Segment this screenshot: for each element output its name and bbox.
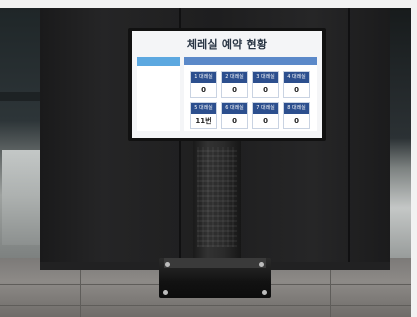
room-label: 3 대레실 — [253, 72, 278, 83]
screen-title: 체레실 예약 현황 — [186, 38, 268, 51]
room-card-4: 4 대레실 0 — [283, 71, 310, 98]
room-count: 0 — [232, 117, 237, 125]
base-bolt — [259, 262, 264, 267]
floor-tile-line — [80, 262, 81, 317]
photo-border-top — [0, 0, 417, 8]
monitor-screen: 체레실 예약 현황 1 대레실 0 2 대레실 0 3 대레실 0 4 대레실 … — [132, 31, 322, 138]
room-grid-header — [184, 57, 317, 65]
photo-border-right — [411, 0, 417, 317]
room-count: 0 — [201, 86, 206, 94]
floor-tile-line — [330, 262, 331, 317]
left-window-snow — [2, 150, 44, 245]
base-bolt — [163, 290, 168, 295]
room-count: 0 — [294, 117, 299, 125]
room-label: 2 대레실 — [222, 72, 247, 83]
photo-scene: 체레실 예약 현황 1 대레실 0 2 대레실 0 3 대레실 0 4 대레실 … — [0, 0, 417, 317]
room-label: 7 대레실 — [253, 103, 278, 114]
stand-base-top — [164, 258, 266, 268]
room-label: 4 대레실 — [284, 72, 309, 83]
base-bolt — [165, 262, 170, 267]
stand-grille-texture — [197, 147, 237, 247]
room-label: 5 대레실 — [191, 103, 216, 114]
room-count: 11번 — [195, 117, 212, 125]
room-card-6: 6 대레실 0 — [221, 102, 248, 129]
right-window — [389, 8, 411, 258]
room-card-7: 7 대레실 0 — [252, 102, 279, 129]
room-label: 8 대레실 — [284, 103, 309, 114]
room-card-1: 1 대레실 0 — [190, 71, 217, 98]
room-card-8: 8 대레실 0 — [283, 102, 310, 129]
room-label: 1 대레실 — [191, 72, 216, 83]
room-count: 0 — [263, 86, 268, 94]
room-card-3: 3 대레실 0 — [252, 71, 279, 98]
room-count: 0 — [263, 117, 268, 125]
room-label: 6 대레실 — [222, 103, 247, 114]
room-card-5: 5 대레실 11번 — [190, 102, 217, 129]
floor-tile-line — [0, 305, 417, 306]
left-status-badge — [137, 57, 180, 66]
room-count: 0 — [232, 86, 237, 94]
room-card-2: 2 대레실 0 — [221, 71, 248, 98]
left-info-panel — [137, 57, 180, 131]
room-count: 0 — [294, 86, 299, 94]
base-bolt — [262, 290, 267, 295]
wall-panel-seam — [348, 8, 350, 266]
